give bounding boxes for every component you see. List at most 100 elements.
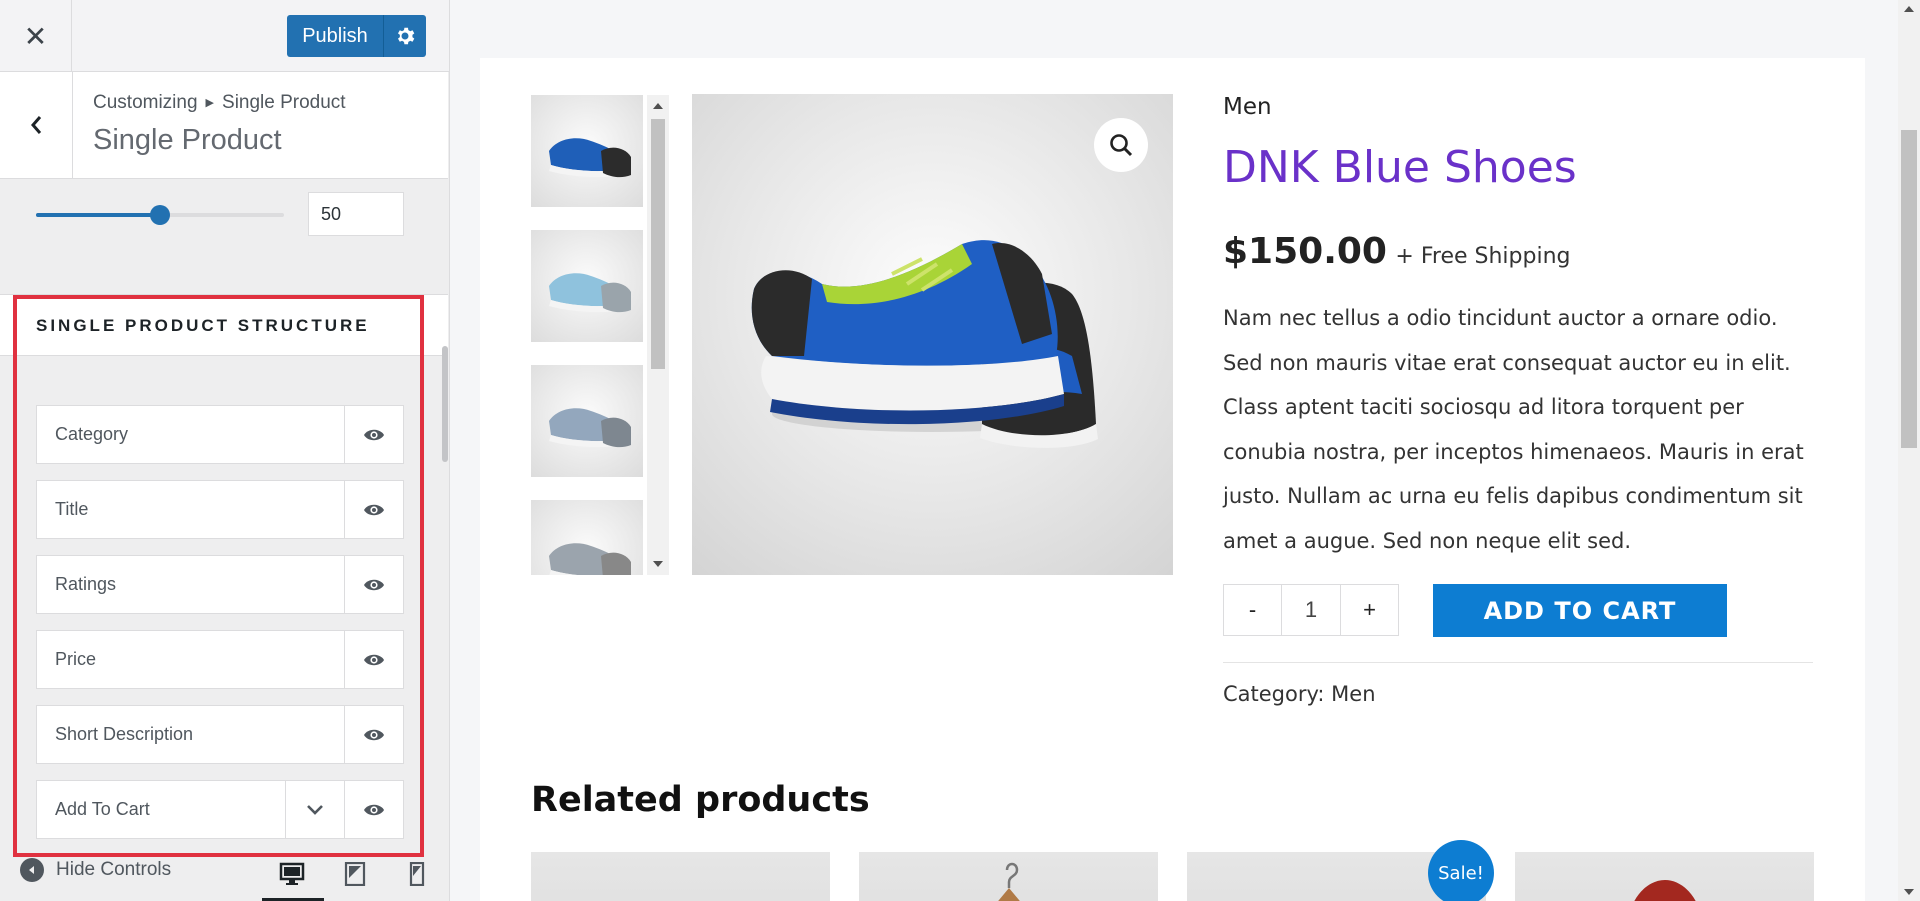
preview-desktop-button[interactable] — [272, 854, 312, 894]
scroll-up-icon[interactable] — [653, 103, 663, 109]
tablet-icon — [344, 862, 366, 886]
gallery-thumbnail[interactable] — [531, 365, 643, 477]
close-customizer-button[interactable]: ✕ — [0, 0, 72, 72]
mobile-icon — [409, 862, 425, 886]
product-short-description: Nam nec tellus a odio tincidunt auctor a… — [1223, 306, 1804, 553]
preview-scrollbar[interactable] — [1898, 0, 1920, 901]
chevron-left-icon — [31, 116, 42, 134]
hanger-image — [998, 862, 1020, 901]
expand-options-button[interactable] — [285, 781, 344, 838]
thumbnail-scroll-handle[interactable] — [651, 119, 665, 369]
preview-scroll-handle[interactable] — [1901, 130, 1917, 448]
back-button[interactable] — [0, 72, 73, 178]
eye-icon — [364, 579, 384, 590]
eye-icon — [364, 729, 384, 740]
related-product-card[interactable] — [531, 852, 830, 901]
range-slider-handle[interactable] — [150, 205, 170, 225]
structure-item-label: Short Description — [55, 724, 194, 744]
related-product-card[interactable] — [859, 852, 1158, 901]
meta-label: Category: — [1223, 682, 1325, 706]
preview-tablet-button[interactable] — [335, 854, 375, 894]
chevron-down-icon — [307, 804, 323, 815]
structure-item-short-description[interactable]: Short Description — [36, 705, 404, 764]
hide-controls-label: Hide Controls — [56, 859, 172, 880]
product-main-image[interactable] — [692, 94, 1173, 575]
product-title: DNK Blue Shoes — [1223, 142, 1577, 193]
structure-item-price[interactable]: Price — [36, 630, 404, 689]
breadcrumb-root: Customizing — [93, 92, 198, 113]
hide-controls-button[interactable]: Hide Controls — [20, 858, 171, 882]
gallery-thumbnails — [531, 95, 669, 575]
section-title: Single Product — [93, 124, 282, 156]
eye-icon — [364, 804, 384, 815]
quantity-increase-button[interactable]: + — [1341, 585, 1398, 635]
cap-image — [1634, 880, 1696, 901]
preview-mobile-button[interactable] — [397, 854, 437, 894]
structure-item-label: Ratings — [55, 574, 117, 594]
range-value-input[interactable] — [308, 192, 404, 236]
gallery-thumbnail[interactable] — [531, 500, 643, 575]
structure-panel: SINGLE PRODUCT STRUCTURE Category Title … — [0, 294, 448, 901]
breadcrumb-separator-icon: ▶ — [205, 97, 215, 109]
thumbnail-scrollbar[interactable] — [647, 95, 669, 575]
structure-item-add-to-cart[interactable]: Add To Cart — [36, 780, 404, 839]
customizer-sidebar: ✕ Publish Customizing ▶ Single Product Sin… — [0, 0, 450, 901]
scroll-down-icon[interactable] — [1904, 889, 1914, 895]
visibility-toggle[interactable] — [344, 556, 403, 613]
structure-item-category[interactable]: Category — [36, 405, 404, 464]
zoom-button[interactable] — [1094, 118, 1148, 172]
sidebar-scrollbar[interactable] — [442, 346, 448, 462]
related-product-card[interactable] — [1515, 852, 1814, 901]
meta-category-link[interactable]: Men — [1331, 682, 1375, 706]
publish-button-group: Publish — [287, 15, 426, 57]
product-meta: Category: Men — [1223, 682, 1376, 706]
quantity-stepper: - 1 + — [1223, 584, 1399, 636]
quantity-decrease-button[interactable]: - — [1224, 585, 1281, 635]
product-price: $150.00 + Free Shipping — [1223, 231, 1571, 272]
section-header: Customizing ▶ Single Product Single Produc… — [0, 72, 448, 179]
eye-icon — [364, 654, 384, 665]
eye-icon — [364, 429, 384, 440]
product-category[interactable]: Men — [1223, 94, 1272, 120]
divider — [1223, 662, 1813, 663]
publish-settings-button[interactable] — [383, 15, 426, 57]
add-to-cart-button[interactable]: ADD TO CART — [1433, 584, 1727, 637]
structure-item-title[interactable]: Title — [36, 480, 404, 539]
gear-icon — [398, 27, 415, 45]
price-amount: $150.00 — [1223, 231, 1387, 272]
visibility-toggle[interactable] — [344, 481, 403, 538]
product-page: Men DNK Blue Shoes $150.00 + Free Shippi… — [480, 58, 1865, 901]
range-slider-fill — [36, 213, 160, 217]
visibility-toggle[interactable] — [344, 781, 403, 838]
scroll-down-icon[interactable] — [653, 561, 663, 567]
customizer-header: ✕ Publish — [0, 0, 449, 72]
quantity-input[interactable]: 1 — [1281, 585, 1341, 635]
price-suffix: + Free Shipping — [1395, 244, 1571, 269]
related-products-heading: Related products — [531, 780, 870, 820]
eye-icon — [364, 504, 384, 515]
publish-button[interactable]: Publish — [287, 15, 383, 57]
shoe-image — [751, 240, 1098, 448]
close-icon: ✕ — [23, 20, 48, 52]
visibility-toggle[interactable] — [344, 706, 403, 763]
search-icon — [1110, 134, 1133, 157]
visibility-toggle[interactable] — [344, 406, 403, 463]
structure-header: SINGLE PRODUCT STRUCTURE — [0, 294, 448, 356]
range-slider-track[interactable] — [36, 205, 284, 225]
range-control — [0, 182, 448, 292]
breadcrumb-current: Single Product — [222, 92, 346, 113]
structure-title: SINGLE PRODUCT STRUCTURE — [36, 316, 370, 335]
scroll-up-icon[interactable] — [1904, 6, 1914, 12]
structure-item-label: Price — [55, 649, 97, 669]
structure-item-label: Category — [55, 424, 129, 444]
gallery-thumbnail[interactable] — [531, 95, 643, 207]
structure-item-ratings[interactable]: Ratings — [36, 555, 404, 614]
gallery-thumbnail[interactable] — [531, 230, 643, 342]
structure-item-label: Add To Cart — [55, 799, 150, 819]
sale-badge: Sale! — [1428, 840, 1494, 901]
arrow-left-circle-icon — [20, 858, 44, 882]
structure-item-label: Title — [55, 499, 89, 519]
desktop-icon — [279, 862, 305, 885]
visibility-toggle[interactable] — [344, 631, 403, 688]
customizer-footer: Hide Controls — [0, 848, 448, 901]
